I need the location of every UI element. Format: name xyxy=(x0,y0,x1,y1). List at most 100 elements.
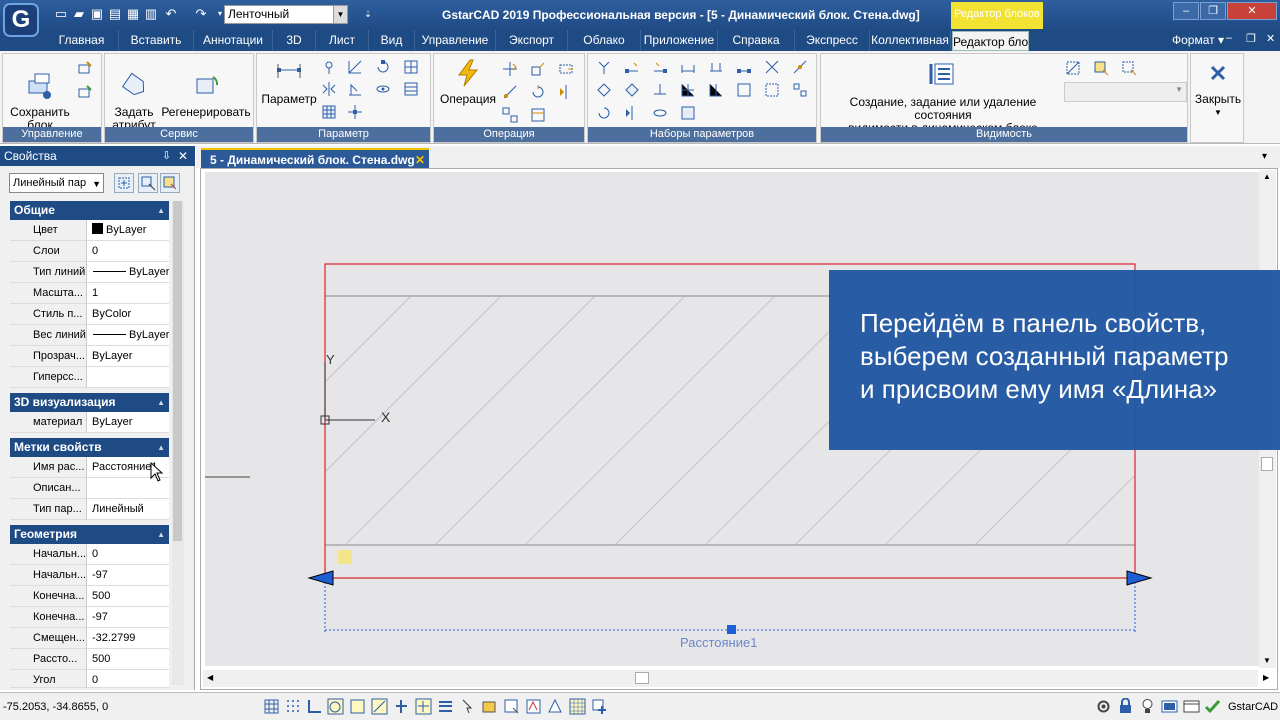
right-arrow-grip[interactable] xyxy=(1126,570,1153,586)
parameter-button[interactable]: Параметр xyxy=(259,58,319,106)
transparency-icon[interactable] xyxy=(481,698,498,715)
print-icon[interactable]: ▥ xyxy=(143,6,159,22)
save-block-button[interactable]: Сохранить блок xyxy=(9,58,71,132)
property-value[interactable] xyxy=(90,367,169,387)
toggle-pickadd-icon[interactable] xyxy=(114,173,134,193)
property-row[interactable]: Гиперсс... xyxy=(10,367,169,388)
visibility-states-icon[interactable] xyxy=(929,60,957,88)
section-geometry[interactable]: Геометрия ▲ xyxy=(10,525,169,544)
dynamic-ucs-icon[interactable] xyxy=(393,698,410,715)
array-action-icon[interactable] xyxy=(502,107,518,123)
tabs-menu-icon[interactable]: ▾ xyxy=(1262,151,1267,162)
section-property-labels[interactable]: Метки свойств ▲ xyxy=(10,438,169,457)
polar-move-set-icon[interactable] xyxy=(764,59,780,75)
property-row[interactable]: Стиль п... ByColor xyxy=(10,304,169,325)
property-row[interactable]: Начальн... 0 xyxy=(10,544,169,565)
lightbulb-icon[interactable] xyxy=(1139,698,1156,715)
xy-array-box-set-icon[interactable] xyxy=(792,82,808,98)
xy-move-box-set-icon[interactable] xyxy=(736,82,752,98)
section-3d-visualization[interactable]: 3D визуализация ▲ xyxy=(10,393,169,412)
polar-stretch-action-icon[interactable] xyxy=(502,84,518,100)
grid-icon[interactable] xyxy=(285,698,302,715)
close-window-icon[interactable]: ✕ xyxy=(1227,2,1277,20)
document-tab[interactable]: 5 - Динамический блок. Стена.dwg ✕ xyxy=(201,148,429,168)
quick-select-icon[interactable] xyxy=(160,173,180,193)
flip-set-icon[interactable] xyxy=(624,105,640,121)
scrollbar-thumb[interactable] xyxy=(1261,457,1273,471)
polar-stretch-set-icon[interactable] xyxy=(792,59,808,75)
property-row[interactable]: Рассто... 500 xyxy=(10,649,169,670)
flip-action-icon[interactable] xyxy=(558,84,574,100)
save-icon[interactable]: ▣ xyxy=(89,6,105,22)
polar-array-set-icon[interactable] xyxy=(596,82,612,98)
property-row[interactable]: материал ByLayer xyxy=(10,412,169,433)
close-icon[interactable]: ✕ xyxy=(178,146,188,166)
scroll-left-icon[interactable]: ◀ xyxy=(207,673,213,682)
property-value[interactable]: 1 xyxy=(90,283,169,303)
point-move-set-icon[interactable] xyxy=(596,59,612,75)
tab-manage[interactable]: Управление xyxy=(415,30,496,51)
stretch-action-icon[interactable] xyxy=(558,61,574,77)
xy-parameter-icon[interactable] xyxy=(403,59,419,75)
block-test-icon[interactable] xyxy=(77,84,93,100)
workspace-select[interactable]: Ленточный ▼ xyxy=(224,5,348,24)
property-value[interactable]: 0 xyxy=(90,241,169,261)
make-invisible-icon[interactable] xyxy=(1093,60,1109,76)
lock-icon[interactable] xyxy=(1117,698,1134,715)
tab-help[interactable]: Справка xyxy=(718,30,795,51)
lookup-set-icon[interactable] xyxy=(680,105,696,121)
rotation-set-icon[interactable] xyxy=(596,105,612,121)
dynamic-input-icon[interactable] xyxy=(415,698,432,715)
property-value[interactable]: Линейный xyxy=(90,499,169,519)
tab-3d[interactable]: 3D xyxy=(273,30,316,51)
clean-screen-icon[interactable] xyxy=(1161,698,1178,715)
property-row[interactable]: Угол 0 xyxy=(10,670,169,688)
rotation-parameter-icon[interactable] xyxy=(375,59,391,75)
plot-icon[interactable]: ▦ xyxy=(125,6,141,22)
basepoint-parameter-icon[interactable] xyxy=(347,104,363,120)
ortho-icon[interactable] xyxy=(306,698,323,715)
new-file-icon[interactable]: ▭ xyxy=(53,6,69,22)
close-icon[interactable]: ✕ xyxy=(415,150,425,170)
point-parameter-icon[interactable] xyxy=(321,59,337,75)
regenerate-button[interactable]: Регенерировать xyxy=(159,58,253,119)
polar-move-pair-set-icon[interactable] xyxy=(624,82,640,98)
lightning-action-marker[interactable] xyxy=(338,550,352,564)
make-visible-icon[interactable] xyxy=(1065,60,1081,76)
rotate-action-icon[interactable] xyxy=(530,84,546,100)
workspace-icon[interactable] xyxy=(1183,698,1200,715)
select-objects-icon[interactable] xyxy=(138,173,158,193)
lookup-action-icon[interactable] xyxy=(530,107,546,123)
property-value[interactable]: ByLayer xyxy=(90,325,169,345)
scroll-down-icon[interactable]: ▼ xyxy=(1263,656,1271,665)
property-row[interactable]: Тип линий ByLayer xyxy=(10,262,169,283)
pin-icon[interactable]: ⇩ xyxy=(162,146,171,166)
property-value[interactable]: ByLayer xyxy=(90,220,169,240)
polar-tracking-icon[interactable] xyxy=(327,698,344,715)
scrollbar-thumb[interactable] xyxy=(635,672,649,684)
add-object-icon[interactable] xyxy=(591,698,608,715)
tab-annotate[interactable]: Аннотации xyxy=(194,30,273,51)
tab-export[interactable]: Экспорт xyxy=(496,30,568,51)
property-value[interactable]: -97 xyxy=(90,607,169,627)
property-row[interactable]: Имя рас... Расстояние1 xyxy=(10,457,169,478)
quick-properties-icon[interactable] xyxy=(503,698,520,715)
property-value[interactable]: ByLayer xyxy=(90,346,169,366)
property-value[interactable]: -97 xyxy=(90,565,169,585)
property-value[interactable]: 500 xyxy=(90,649,169,669)
isolate-icon[interactable] xyxy=(547,698,564,715)
scrollbar-thumb[interactable] xyxy=(173,201,182,541)
property-value[interactable]: ByLayer xyxy=(90,262,169,282)
block-edit-icon[interactable] xyxy=(77,60,93,76)
property-row[interactable]: Начальн... -97 xyxy=(10,565,169,586)
property-row[interactable]: Масшта... 1 xyxy=(10,283,169,304)
define-attribute-button[interactable]: Задать атрибут xyxy=(109,58,159,132)
dim-grip[interactable] xyxy=(727,625,736,634)
scroll-right-icon[interactable]: ▶ xyxy=(1263,673,1269,682)
tab-insert[interactable]: Вставить xyxy=(119,30,194,51)
property-row[interactable]: Цвет ByLayer xyxy=(10,220,169,241)
operation-button[interactable]: Операция xyxy=(438,58,498,106)
tab-layout[interactable]: Лист xyxy=(316,30,369,51)
linear-stretch-set-icon[interactable] xyxy=(652,59,668,75)
doc-minimize-icon[interactable]: – xyxy=(1226,32,1232,44)
